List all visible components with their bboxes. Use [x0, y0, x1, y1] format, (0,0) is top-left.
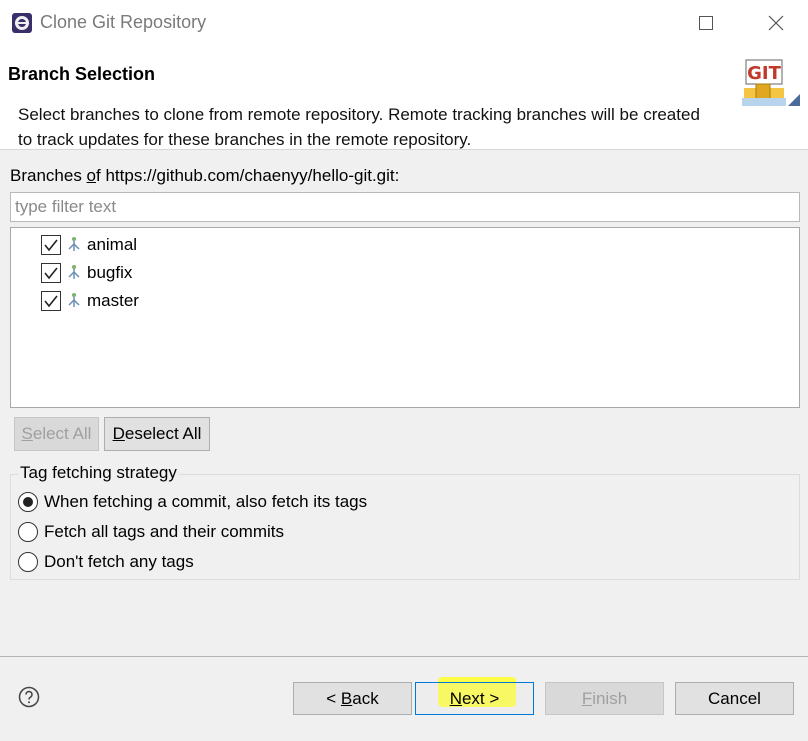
cancel-button[interactable]: Cancel — [675, 682, 794, 715]
select-all-label: elect All — [32, 424, 92, 443]
help-icon[interactable] — [18, 686, 40, 708]
finish-mnemonic: F — [581, 688, 593, 708]
title-bar: Clone Git Repository — [0, 0, 808, 46]
checkmark-icon — [44, 239, 58, 252]
radio-button[interactable] — [18, 492, 38, 512]
footer-separator — [0, 656, 808, 657]
radio-label: Fetch all tags and their commits — [44, 522, 284, 541]
branch-name: bugfix — [87, 263, 133, 282]
tag-option-fetch-commit-tags[interactable]: When fetching a commit, also fetch its t… — [18, 490, 367, 514]
branches-label-prefix: Branches — [10, 166, 87, 185]
tag-fetching-title: Tag fetching strategy — [18, 463, 179, 483]
back-prefix: < — [326, 688, 341, 708]
select-all-button[interactable]: Select All — [14, 417, 99, 451]
branches-label: Branches of https://github.com/chaenyy/h… — [10, 166, 399, 186]
next-mnemonic: N — [449, 688, 462, 708]
close-icon — [768, 15, 784, 31]
deselect-all-mnemonic: D — [112, 424, 125, 443]
branch-row-master[interactable]: master — [41, 288, 139, 314]
branch-name: animal — [87, 235, 138, 254]
radio-label: When fetching a commit, also fetch its t… — [44, 492, 368, 511]
tag-option-fetch-all[interactable]: Fetch all tags and their commits — [18, 520, 284, 544]
deselect-all-button[interactable]: Deselect All — [104, 417, 210, 451]
page-title: Branch Selection — [8, 64, 156, 84]
branches-label-suffix: f https://github.com/chaenyy/hello-git.g… — [96, 166, 400, 185]
branch-row-bugfix[interactable]: bugfix — [41, 260, 132, 286]
back-button[interactable]: < Back — [293, 682, 412, 715]
checkmark-icon — [44, 267, 58, 280]
branch-icon — [68, 265, 80, 279]
next-button[interactable]: Next > — [415, 682, 534, 715]
git-banner-icon: GIT — [742, 59, 800, 106]
close-button[interactable] — [746, 0, 806, 46]
deselect-all-label: eselect All — [124, 424, 202, 443]
branch-checkbox[interactable] — [41, 235, 61, 255]
git-banner-text: GIT — [747, 63, 781, 84]
maximize-icon — [699, 16, 713, 30]
window-title: Clone Git Repository — [40, 12, 207, 32]
branch-filter-input[interactable] — [10, 192, 800, 222]
branch-checkbox[interactable] — [41, 291, 61, 311]
finish-label: inish — [592, 688, 628, 708]
checkmark-icon — [44, 295, 58, 308]
wizard-header: Branch Selection Select branches to clon… — [0, 46, 808, 150]
radio-selected-dot — [23, 497, 33, 507]
branch-icon — [68, 237, 80, 251]
branch-name: master — [87, 291, 139, 310]
back-mnemonic: B — [340, 688, 353, 708]
next-label: ext > — [461, 688, 500, 708]
maximize-button[interactable] — [676, 0, 736, 46]
branch-checkbox[interactable] — [41, 263, 61, 283]
branch-icon — [68, 293, 80, 307]
select-all-mnemonic: S — [21, 424, 33, 443]
branch-row-animal[interactable]: animal — [41, 232, 137, 258]
eclipse-app-icon — [12, 13, 32, 33]
radio-button[interactable] — [18, 522, 38, 542]
finish-button[interactable]: Finish — [545, 682, 664, 715]
radio-label: Don't fetch any tags — [44, 552, 194, 571]
branch-list: animal bugfix master — [10, 227, 800, 408]
tag-option-none[interactable]: Don't fetch any tags — [18, 550, 194, 574]
radio-button[interactable] — [18, 552, 38, 572]
branches-label-mnemonic: o — [86, 166, 97, 185]
back-label: ack — [352, 688, 379, 708]
page-description: Select branches to clone from remote rep… — [18, 105, 700, 149]
cancel-label: Cancel — [708, 688, 761, 708]
